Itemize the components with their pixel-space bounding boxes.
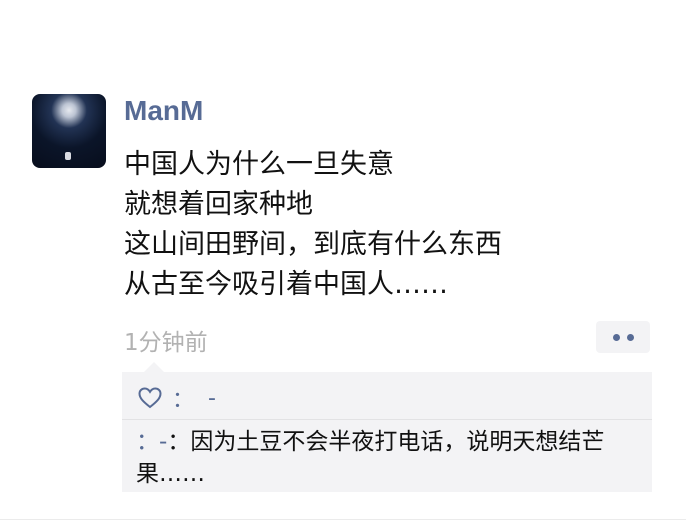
divider (0, 519, 686, 520)
divider (122, 419, 652, 420)
avatar[interactable] (32, 94, 106, 168)
post-line: 中国人为什么一旦失意 (124, 149, 394, 180)
comment-text: 因为土豆不会半夜打电话，说明天想结芒果…… (136, 429, 605, 487)
dot-icon (612, 333, 620, 341)
dot-icon (626, 333, 634, 341)
comments-panel: ： - ：-：因为土豆不会半夜打电话，说明天想结芒果…… (122, 362, 652, 492)
comment-separator: ： (167, 429, 191, 455)
heart-icon (138, 387, 162, 409)
comment-author[interactable]: ：- (136, 429, 167, 455)
like-user-name[interactable]: - (208, 386, 216, 411)
post-username[interactable]: ManM (124, 95, 203, 127)
post-line: 从古至今吸引着中国人…… (124, 269, 448, 300)
likes-row[interactable]: ： - (138, 382, 216, 414)
more-actions-button[interactable] (596, 321, 650, 353)
post-timestamp: 1分钟前 (124, 330, 208, 356)
likes-separator: ： (172, 388, 195, 413)
comment-item[interactable]: ：-：因为土豆不会半夜打电话，说明天想结芒果…… (136, 426, 636, 490)
post-text: 中国人为什么一旦失意 就想着回家种地 这山间田野间，到底有什么东西 从古至今吸引… (124, 145, 502, 305)
avatar-figure (65, 152, 71, 160)
post-line: 这山间田野间，到底有什么东西 (124, 229, 502, 260)
post-line: 就想着回家种地 (124, 189, 313, 220)
